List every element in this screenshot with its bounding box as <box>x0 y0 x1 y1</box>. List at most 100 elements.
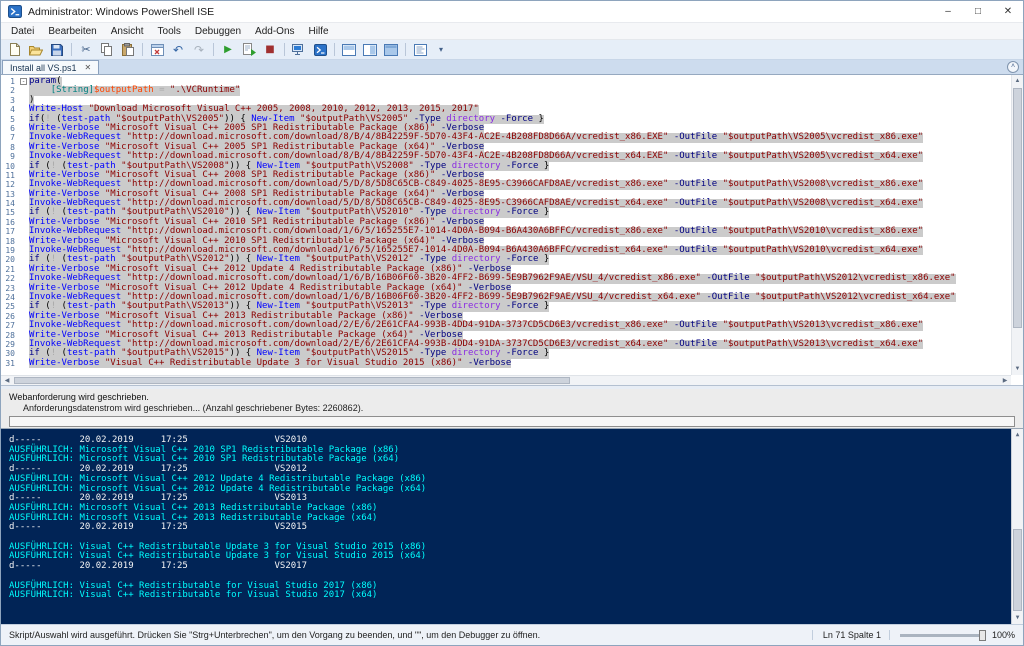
menu-datei[interactable]: Datei <box>4 25 41 38</box>
code-text: [String]$outputPath = ".\VCRuntime" <box>29 86 241 96</box>
menu-hilfe[interactable]: Hilfe <box>302 25 336 38</box>
menu-add-ons[interactable]: Add-Ons <box>248 25 301 38</box>
editor-vscroll-thumb[interactable] <box>1013 88 1022 328</box>
collapse-script-pane-button[interactable]: ˄ <box>1007 61 1019 73</box>
fold-column <box>19 152 29 161</box>
undo-button[interactable]: ↶ <box>168 41 188 59</box>
menu-debuggen[interactable]: Debuggen <box>188 25 248 38</box>
progress-bar <box>9 416 1015 427</box>
editor-lines[interactable]: 1- param(2 [String]$outputPath = ".\VCRun… <box>1 75 1011 375</box>
fold-column <box>19 321 29 330</box>
line-number: 31 <box>5 358 15 368</box>
toolbar-overflow-button[interactable]: ▾ <box>431 41 451 59</box>
toolbar-separator <box>405 43 406 56</box>
fold-collapse-icon[interactable]: - <box>20 78 27 85</box>
fold-column <box>19 199 29 208</box>
remote-tab-button[interactable] <box>289 41 309 59</box>
code-text: Write-Verbose "Visual C++ Redistributabl… <box>29 357 512 369</box>
fold-column <box>19 331 29 340</box>
zoom-slider[interactable] <box>899 629 986 641</box>
console-scroll-thumb[interactable] <box>1013 529 1022 611</box>
redo-button[interactable]: ↷ <box>189 41 209 59</box>
toolbar-overflow-icon: ▾ <box>438 44 443 54</box>
console-scrollbar[interactable]: ▲ ▼ <box>1011 429 1023 624</box>
code-line-2[interactable]: 2 [String]$outputPath = ".\VCRuntime" <box>1 86 1011 96</box>
close-button[interactable]: ✕ <box>993 1 1023 22</box>
scroll-down-icon[interactable]: ▼ <box>1012 363 1023 375</box>
editor-horizontal-scrollbar[interactable]: ◀ ▶ <box>1 375 1011 385</box>
toolbar-separator <box>71 43 72 56</box>
menu-bearbeiten[interactable]: Bearbeiten <box>41 25 103 38</box>
scroll-left-icon[interactable]: ◀ <box>1 376 13 385</box>
progress-status: Anforderungsdatenstrom wird geschrieben.… <box>23 403 364 413</box>
line-number: 5 <box>10 114 15 124</box>
fold-column <box>19 190 29 199</box>
script-tab[interactable]: Install all VS.ps1 ✕ <box>2 60 100 74</box>
new-script-button[interactable] <box>5 41 25 59</box>
zoom-slider-thumb[interactable] <box>978 629 986 641</box>
line-number: 21 <box>5 264 15 274</box>
line-number: 25 <box>5 302 15 312</box>
script-editor-pane[interactable]: 1- param(2 [String]$outputPath = ".\VCRun… <box>1 75 1023 385</box>
line-number: 29 <box>5 339 15 349</box>
line-number: 3 <box>10 95 15 105</box>
line-number: 27 <box>5 321 15 331</box>
fold-column <box>19 115 29 124</box>
fold-column <box>19 265 29 274</box>
toolbar-separator <box>334 43 335 56</box>
line-number: 23 <box>5 283 15 293</box>
fold-column <box>19 96 29 105</box>
line-number: 24 <box>5 292 15 302</box>
stop-button[interactable]: ■ <box>260 41 280 59</box>
layout-max-button[interactable] <box>381 41 401 59</box>
maximize-button[interactable]: □ <box>963 1 993 22</box>
menu-ansicht[interactable]: Ansicht <box>104 25 151 38</box>
console-scroll-up-icon[interactable]: ▲ <box>1012 429 1023 441</box>
line-number: 12 <box>5 180 15 190</box>
run-script-button[interactable]: ▶ <box>218 41 238 59</box>
layout-right-button[interactable] <box>360 41 380 59</box>
fold-column <box>19 274 29 283</box>
fold-column <box>19 180 29 189</box>
fold-column <box>19 284 29 293</box>
save-button[interactable] <box>47 41 67 59</box>
line-number: 4 <box>10 105 15 115</box>
layout-top-button[interactable] <box>339 41 359 59</box>
fold-column <box>19 227 29 236</box>
line-number: 14 <box>5 199 15 209</box>
cut-icon: ✂ <box>81 43 91 56</box>
stop-icon: ■ <box>265 43 275 55</box>
paste-button[interactable] <box>118 41 138 59</box>
console-scroll-down-icon[interactable]: ▼ <box>1012 612 1023 624</box>
run-selection-button[interactable] <box>239 41 259 59</box>
scroll-right-icon[interactable]: ▶ <box>999 376 1011 385</box>
open-script-button[interactable] <box>26 41 46 59</box>
cursor-position: Ln 71 Spalte 1 <box>811 630 881 640</box>
line-number: 13 <box>5 189 15 199</box>
fold-column <box>19 171 29 180</box>
toolbar-separator <box>284 43 285 56</box>
console-pane[interactable]: d----- 20.02.2019 17:25 VS2010 AUSFÜHRLIC… <box>1 429 1023 624</box>
line-number: 8 <box>10 142 15 152</box>
script-tab-label: Install all VS.ps1 <box>10 62 77 73</box>
menu-tools[interactable]: Tools <box>151 25 188 38</box>
command-window-button[interactable] <box>410 41 430 59</box>
editor-vertical-scrollbar[interactable]: ▲ ▼ <box>1011 75 1023 375</box>
editor-hscroll-thumb[interactable] <box>14 377 570 384</box>
line-number: 30 <box>5 349 15 359</box>
scroll-up-icon[interactable]: ▲ <box>1012 75 1023 87</box>
tab-close-icon[interactable]: ✕ <box>85 63 92 72</box>
cut-button[interactable]: ✂ <box>76 41 96 59</box>
clear-console-button[interactable] <box>147 41 167 59</box>
status-message: Skript/Auswahl wird ausgeführt. Drücken … <box>9 630 541 640</box>
line-number: 22 <box>5 274 15 284</box>
line-number: 10 <box>5 161 15 171</box>
code-line-31[interactable]: 31 Write-Verbose "Visual C++ Redistributa… <box>1 357 1011 369</box>
toolbar: ✂ ↶ ↷ ▶ ■ ▾ <box>1 40 1023 60</box>
minimize-button[interactable]: – <box>933 1 963 22</box>
copy-button[interactable] <box>97 41 117 59</box>
new-script-icon <box>9 43 21 56</box>
powershell-ise-window: Administrator: Windows PowerShell ISE – … <box>0 0 1024 646</box>
console-line: AUSFÜHRLICH: Visual C++ Redistributable … <box>9 590 378 601</box>
start-powershell-button[interactable] <box>310 41 330 59</box>
